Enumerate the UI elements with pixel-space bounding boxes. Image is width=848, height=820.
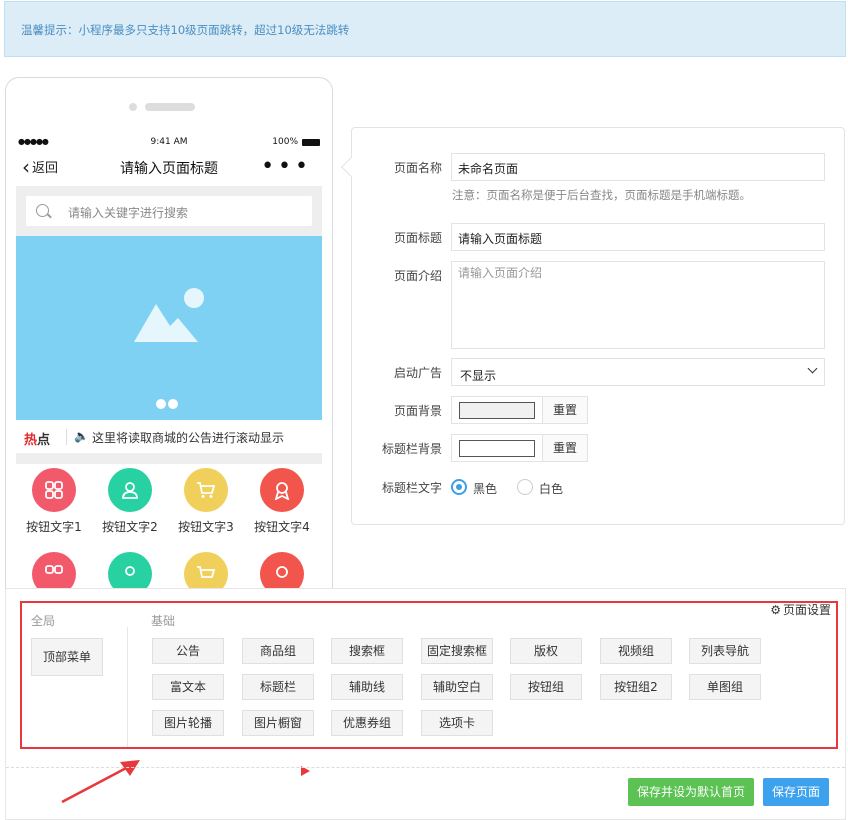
radio-checked-icon xyxy=(451,479,467,495)
image-carousel[interactable] xyxy=(16,236,322,420)
grid-button-label: 按钮文字3 xyxy=(178,520,234,534)
page-bg-reset-button[interactable]: 重置 xyxy=(542,396,588,424)
component-button[interactable]: 视频组 xyxy=(600,638,672,664)
panel-divider xyxy=(6,767,845,768)
page-settings-form: 页面名称 未命名页面 注意：页面名称是便于后台查找，页面标题是手机端标题。 页面… xyxy=(341,127,845,525)
pager-dot xyxy=(168,399,178,409)
user-icon xyxy=(108,468,152,512)
gear-icon: ⚙ xyxy=(770,603,781,617)
speaker-icon: 🔈 xyxy=(74,429,89,443)
page-settings-link[interactable]: ⚙ 页面设置 xyxy=(770,601,831,618)
component-button[interactable]: 标题栏 xyxy=(242,674,314,700)
grid-button-label: 按钮文字2 xyxy=(102,520,158,534)
phone-speaker xyxy=(145,103,195,111)
component-button[interactable]: 富文本 xyxy=(152,674,224,700)
hot-red-text: 热 xyxy=(24,433,38,448)
titlebar-bg-swatch[interactable] xyxy=(459,440,535,457)
red-arrow-annotation xyxy=(61,760,140,804)
titlebar-text-label: 标题栏文字 xyxy=(381,481,442,495)
cart-icon xyxy=(184,468,228,512)
status-bar: ●●●●● 9:41 AM 100% xyxy=(16,128,322,156)
component-button[interactable]: 公告 xyxy=(152,638,224,664)
page-bg-label: 页面背景 xyxy=(393,404,442,418)
phone-search-input[interactable]: 请输入关键字进行搜索 xyxy=(26,196,312,226)
page-title-label: 页面标题 xyxy=(393,231,442,245)
radio-white-label: 白色 xyxy=(539,482,564,496)
badge-icon xyxy=(260,468,304,512)
radio-black-label: 黑色 xyxy=(473,482,498,496)
component-button[interactable]: 优惠券组 xyxy=(331,710,403,736)
page-bg-swatch[interactable] xyxy=(459,402,535,419)
notice-bar: 热点 🔈 这里将读取商城的公告进行滚动显示 xyxy=(16,420,322,454)
grid-button-2[interactable]: 按钮文字2 xyxy=(92,468,168,535)
image-placeholder-icon xyxy=(134,288,204,342)
pager-dot xyxy=(156,399,166,409)
phone-search-area: 请输入关键字进行搜索 xyxy=(16,186,322,236)
hot-dark-text: 点 xyxy=(37,433,51,448)
battery-percent: 100% xyxy=(272,137,298,147)
phone-camera xyxy=(129,103,137,111)
tip-banner: 温馨提示：小程序最多只支持10级页面跳转，超过10级无法跳转 xyxy=(4,1,846,57)
carousel-pager xyxy=(156,398,180,412)
notice-hot-label: 热点 xyxy=(24,429,50,448)
section-gap xyxy=(16,454,322,464)
save-page-button[interactable]: 保存页面 xyxy=(763,778,829,806)
grid-icon xyxy=(32,468,76,512)
battery-icon xyxy=(302,139,320,146)
component-button[interactable]: 固定搜索框 xyxy=(421,638,493,664)
search-icon xyxy=(36,204,49,217)
titlebar-bg-reset-button[interactable]: 重置 xyxy=(542,434,588,462)
page-title-input[interactable]: 请输入页面标题 xyxy=(451,223,825,251)
phone-screen: ●●●●● 9:41 AM 100% ‹ 返回 请输入页面标题 ••• 请输入关键… xyxy=(16,128,322,638)
category-divider xyxy=(127,627,128,747)
component-panel: ⚙ 页面设置 全局 基础 顶部菜单 公告 商品组 搜索框 固定搜索框 版权 视频组… xyxy=(5,588,846,820)
titlebar-bg-colorpicker: 重置 xyxy=(451,434,588,462)
save-as-default-button[interactable]: 保存并设为默认首页 xyxy=(628,778,754,806)
component-button[interactable]: 商品组 xyxy=(242,638,314,664)
component-top-menu[interactable]: 顶部菜单 xyxy=(31,638,103,676)
grid-button-3[interactable]: 按钮文字3 xyxy=(168,468,244,535)
component-button[interactable]: 搜索框 xyxy=(331,638,403,664)
page-name-label: 页面名称 xyxy=(393,161,442,175)
component-button[interactable]: 单图组 xyxy=(689,674,761,700)
page-intro-textarea[interactable]: 请输入页面介绍 xyxy=(451,261,825,349)
more-icon[interactable]: ••• xyxy=(261,154,312,179)
page-name-input[interactable]: 未命名页面 xyxy=(451,153,825,181)
phone-navbar: ‹ 返回 请输入页面标题 ••• xyxy=(16,154,322,186)
component-button[interactable]: 选项卡 xyxy=(421,710,493,736)
notice-text: 这里将读取商城的公告进行滚动显示 xyxy=(92,431,285,445)
component-button[interactable]: 辅助线 xyxy=(331,674,403,700)
grid-button-label: 按钮文字1 xyxy=(26,520,82,534)
component-button[interactable]: 图片橱窗 xyxy=(242,710,314,736)
search-placeholder: 请输入关键字进行搜索 xyxy=(68,206,189,220)
component-button[interactable]: 按钮组 xyxy=(510,674,582,700)
radio-unchecked-icon xyxy=(517,479,533,495)
grid-button-4[interactable]: 按钮文字4 xyxy=(244,468,320,535)
global-category-label: 全局 xyxy=(31,614,56,628)
component-button[interactable]: 列表导航 xyxy=(689,638,761,664)
page-bg-colorpicker: 重置 xyxy=(451,396,588,424)
grid-button-1[interactable]: 按钮文字1 xyxy=(16,468,92,535)
chevron-down-icon xyxy=(807,363,818,374)
component-button[interactable]: 辅助空白 xyxy=(421,674,493,700)
component-button[interactable]: 版权 xyxy=(510,638,582,664)
launch-ad-select[interactable]: 不显示 xyxy=(451,358,825,386)
component-button[interactable]: 按钮组2 xyxy=(600,674,672,700)
page-settings-label: 页面设置 xyxy=(782,603,831,617)
page-intro-label: 页面介绍 xyxy=(393,269,442,283)
basic-category-label: 基础 xyxy=(151,614,176,628)
notice-divider xyxy=(66,429,67,445)
phone-preview: ●●●●● 9:41 AM 100% ‹ 返回 请输入页面标题 ••• 请输入关键… xyxy=(5,77,333,638)
launch-ad-value: 不显示 xyxy=(460,369,497,383)
grid-button-label: 按钮文字4 xyxy=(254,520,310,534)
launch-ad-label: 启动广告 xyxy=(393,366,442,380)
titlebar-bg-label: 标题栏背景 xyxy=(381,442,442,456)
component-button[interactable]: 图片轮播 xyxy=(152,710,224,736)
page-name-note: 注意：页面名称是便于后台查找，页面标题是手机端标题。 xyxy=(452,188,751,202)
